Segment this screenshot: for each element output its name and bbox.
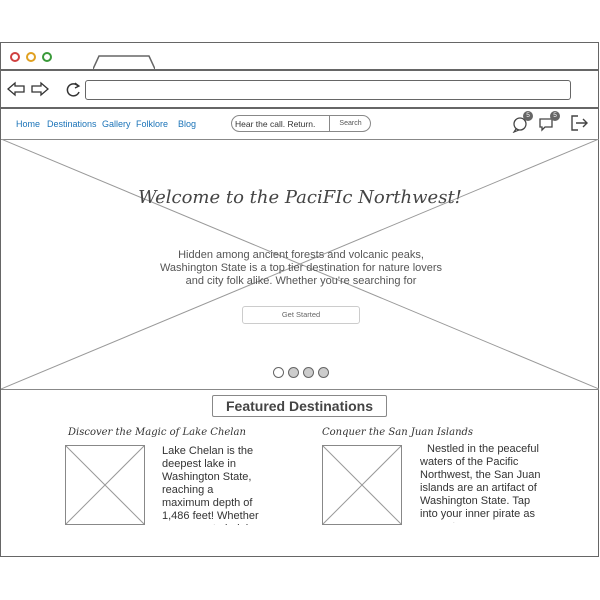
hero-description: Hidden among ancient forests and volcani… xyxy=(159,249,443,287)
address-bar xyxy=(1,71,598,109)
carousel-dot-3[interactable] xyxy=(303,367,314,378)
hero-title: Welcome to the PaciFIc Northwest! xyxy=(138,187,462,208)
logout-icon[interactable] xyxy=(569,113,589,133)
search-box: Search xyxy=(231,115,371,132)
browser-window: Home Destinations Gallery Folklore Blog … xyxy=(0,42,599,557)
nav-link-destinations[interactable]: Destinations xyxy=(47,119,97,129)
search-input[interactable] xyxy=(235,119,327,129)
messages-badge: 5 xyxy=(550,111,560,121)
back-arrow-icon[interactable] xyxy=(7,81,25,97)
nav-link-gallery[interactable]: Gallery xyxy=(102,119,131,129)
carousel-indicators xyxy=(273,365,333,383)
card-image-lake-chelan[interactable] xyxy=(65,445,145,525)
forward-arrow-icon[interactable] xyxy=(31,81,49,97)
nav-link-home[interactable]: Home xyxy=(16,119,40,129)
nav-link-blog[interactable]: Blog xyxy=(178,119,196,129)
search-button[interactable]: Search xyxy=(329,116,371,131)
notifications-icon[interactable]: 5 xyxy=(511,111,533,134)
url-field[interactable] xyxy=(85,80,571,100)
carousel-dot-2[interactable] xyxy=(288,367,299,378)
card-text-san-juan: Nestled in the peaceful waters of the Pa… xyxy=(420,443,541,523)
card-image-san-juan[interactable] xyxy=(322,445,402,525)
title-bar xyxy=(1,43,598,71)
minimize-window-button[interactable] xyxy=(26,52,36,62)
card-title-lake-chelan[interactable]: Discover the Magic of Lake Chelan xyxy=(68,427,246,438)
site-navigation: Home Destinations Gallery Folklore Blog … xyxy=(1,109,598,140)
maximize-window-button[interactable] xyxy=(42,52,52,62)
close-window-button[interactable] xyxy=(10,52,20,62)
notifications-badge: 5 xyxy=(523,111,533,121)
carousel-dot-1[interactable] xyxy=(273,367,284,378)
get-started-button[interactable]: Get Started xyxy=(242,306,360,324)
nav-link-folklore[interactable]: Folklore xyxy=(136,119,168,129)
card-text-lake-chelan: Lake Chelan is the deepest lake in Washi… xyxy=(162,445,260,525)
messages-icon[interactable]: 5 xyxy=(538,111,560,133)
reload-icon[interactable] xyxy=(65,81,83,97)
featured-destinations-heading: Featured Destinations xyxy=(212,395,387,417)
carousel-dot-4[interactable] xyxy=(318,367,329,378)
hero-banner: Welcome to the PaciFIc Northwest! Hidden… xyxy=(1,139,599,390)
browser-tab[interactable] xyxy=(93,55,155,69)
card-title-san-juan[interactable]: Conquer the San Juan Islands xyxy=(322,427,473,438)
